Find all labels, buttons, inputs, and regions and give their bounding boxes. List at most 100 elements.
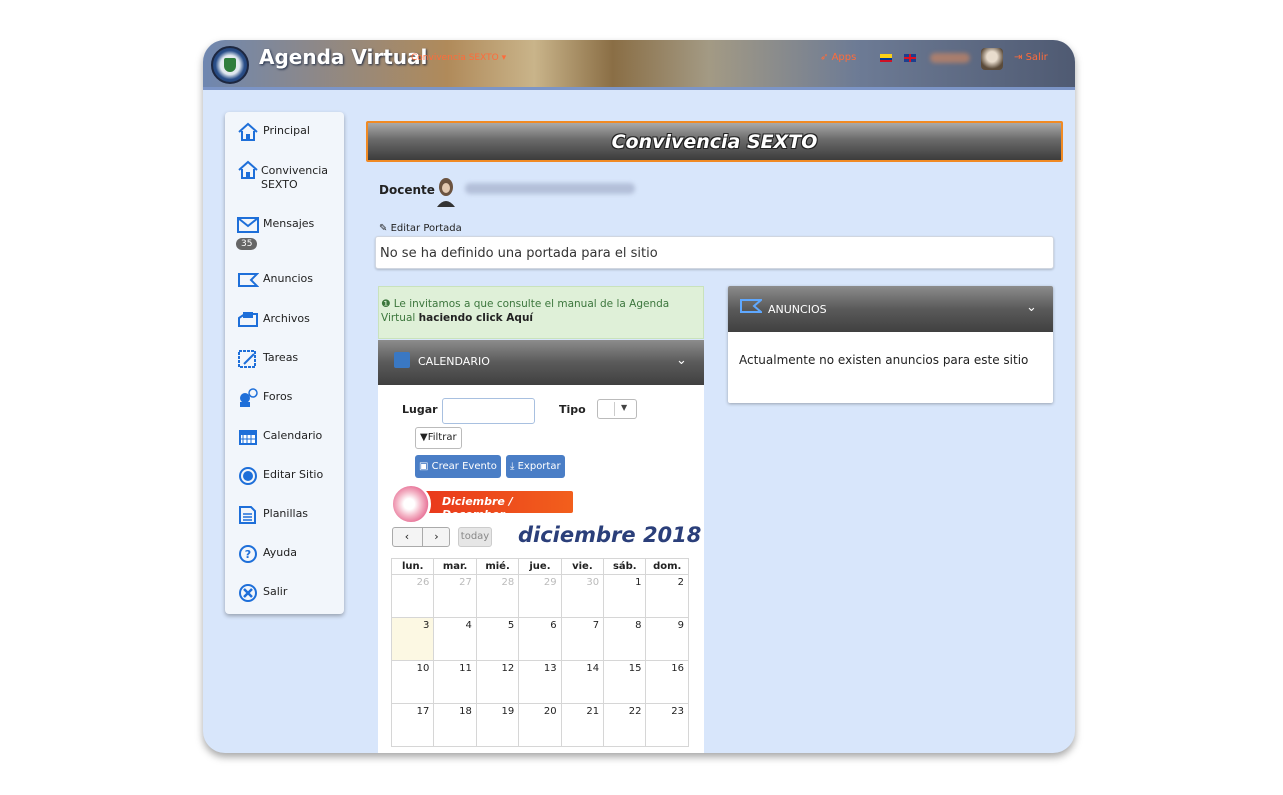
day-cell[interactable]: 22: [603, 703, 647, 747]
portada-text: No se ha definido una portada para el si…: [380, 246, 658, 261]
home-icon: [238, 122, 258, 141]
lugar-input[interactable]: [442, 398, 535, 424]
sidebar-item-foros[interactable]: Foros: [225, 386, 344, 416]
radio-icon: [239, 467, 257, 485]
announcements-panel-header[interactable]: ANUNCIOS ⌄: [728, 286, 1053, 332]
chevron-down-icon[interactable]: ⌄: [676, 353, 687, 368]
spreadsheet-icon: [239, 506, 256, 524]
day-cell[interactable]: 14: [560, 660, 605, 704]
day-cell[interactable]: 19: [475, 703, 520, 747]
logout-icon: ⇥: [1014, 52, 1026, 63]
calendar-plus-icon: ▣: [419, 461, 432, 472]
sidebar-item-label: Tareas: [263, 351, 299, 364]
day-cell[interactable]: 2: [645, 574, 689, 618]
day-cell[interactable]: 13: [518, 660, 562, 704]
megaphone-icon: [740, 299, 762, 313]
tipo-label: Tipo: [559, 403, 586, 416]
sidebar-item-tareas[interactable]: Tareas: [225, 347, 344, 377]
day-cell[interactable]: 9: [645, 617, 689, 661]
sidebar-item-salir[interactable]: Salir: [225, 581, 344, 611]
sidebar-item-anuncios[interactable]: Anuncios: [225, 268, 344, 298]
sidebar-item-label: Planillas: [263, 507, 309, 520]
sidebar-item-mensajes[interactable]: Mensajes 35: [225, 213, 344, 257]
day-cell[interactable]: 12: [475, 660, 520, 704]
day-cell[interactable]: 29: [518, 574, 562, 618]
sidebar-item-label: Calendario: [263, 429, 323, 442]
manual-link[interactable]: haciendo click Aquí: [419, 312, 533, 324]
sidebar-item-principal[interactable]: Principal: [225, 120, 344, 150]
docente-label: Docente: [379, 183, 435, 197]
sidebar-item-planillas[interactable]: Planillas: [225, 503, 344, 533]
announcements-panel-title: ANUNCIOS: [768, 303, 827, 316]
apps-link[interactable]: ➶ Apps: [820, 52, 856, 63]
sidebar-item-label: Mensajes: [263, 217, 315, 230]
day-cell[interactable]: 23: [645, 703, 689, 747]
calendar-week-row: 3 4 5 6 7 8 9: [390, 617, 689, 661]
day-cell[interactable]: 15: [603, 660, 647, 704]
sidebar-item-ayuda[interactable]: ? Ayuda: [225, 542, 344, 572]
tipo-select[interactable]: [597, 399, 637, 419]
rocket-icon: ➶: [820, 52, 832, 63]
weekday-header: mar.: [433, 558, 477, 575]
month-banner: Diciembre / December: [408, 491, 573, 521]
day-cell[interactable]: 27: [433, 574, 477, 618]
calendar-month-title: diciembre 2018: [518, 523, 702, 547]
day-cell[interactable]: 30: [560, 574, 605, 618]
day-cell[interactable]: 18: [433, 703, 477, 747]
flag-uk-icon[interactable]: [904, 54, 916, 62]
chevron-left-icon[interactable]: ‹: [393, 528, 421, 546]
apps-label: Apps: [831, 52, 857, 63]
school-logo: [211, 46, 249, 84]
chevron-right-icon[interactable]: ›: [422, 528, 450, 546]
docente-name: [465, 183, 635, 194]
sidebar-item-label: Anuncios: [263, 272, 314, 285]
weekday-header: sáb.: [603, 558, 647, 575]
export-label: Exportar: [517, 461, 561, 472]
announcements-panel: ANUNCIOS ⌄ Actualmente no existen anunci…: [728, 286, 1053, 403]
day-cell[interactable]: 1: [603, 574, 647, 618]
calendar-panel-header[interactable]: CALENDARIO ⌄: [378, 340, 704, 385]
edit-portada-link[interactable]: ✎ Editar Portada: [379, 223, 462, 234]
user-avatar[interactable]: [981, 48, 1003, 70]
day-cell[interactable]: 26: [390, 574, 435, 618]
download-icon: ⤓: [510, 461, 518, 472]
sidebar-item-convivencia[interactable]: Convivencia SEXTO: [225, 160, 344, 200]
sidebar-item-editar-sitio[interactable]: Editar Sitio: [225, 464, 344, 494]
sidebar-item-calendario[interactable]: Calendario: [225, 425, 344, 455]
user-name[interactable]: [930, 53, 970, 63]
today-button[interactable]: today: [458, 527, 492, 547]
day-cell[interactable]: 17: [390, 703, 435, 747]
logout-link[interactable]: ⇥ Salir: [1014, 52, 1048, 63]
month-badge-image: [391, 484, 431, 524]
day-cell[interactable]: 20: [518, 703, 562, 747]
day-cell[interactable]: 28: [475, 574, 520, 618]
day-cell[interactable]: 4: [433, 617, 477, 661]
day-cell[interactable]: 11: [433, 660, 477, 704]
day-cell[interactable]: 16: [645, 660, 689, 704]
flag-colombia-icon[interactable]: [880, 54, 892, 62]
day-cell[interactable]: 10: [390, 660, 435, 704]
sidebar-item-archivos[interactable]: Archivos: [225, 308, 344, 338]
day-cell[interactable]: 6: [518, 617, 562, 661]
sidebar-item-label: Salir: [263, 585, 288, 598]
chevron-down-icon[interactable]: ⌄: [1026, 300, 1037, 315]
weekday-header-row: lun. mar. mié. jue. vie. sáb. dom.: [390, 558, 689, 575]
svg-text:?: ?: [245, 548, 251, 561]
day-cell[interactable]: 8: [603, 617, 647, 661]
manual-info-alert: ❶ Le invitamos a que consulte el manual …: [378, 286, 704, 339]
calendar-icon: [394, 352, 410, 368]
sidebar-item-label: Ayuda: [263, 546, 297, 559]
day-cell[interactable]: 7: [560, 617, 605, 661]
day-cell[interactable]: 21: [560, 703, 605, 747]
site-menu-dropdown[interactable]: Convivencia SEXTO ▾: [411, 53, 506, 63]
folder-icon: [238, 312, 258, 327]
sidebar-item-label: Principal: [263, 124, 310, 137]
create-event-button[interactable]: ▣ Crear Evento: [415, 455, 501, 478]
envelope-icon: [237, 217, 259, 233]
day-cell-today[interactable]: 3: [390, 617, 435, 661]
sidebar: Principal Convivencia SEXTO Mensajes 35 …: [225, 112, 344, 614]
export-button[interactable]: ⤓ Exportar: [506, 455, 565, 478]
megaphone-icon: [238, 273, 259, 287]
day-cell[interactable]: 5: [475, 617, 520, 661]
filter-button[interactable]: ▼Filtrar: [415, 427, 462, 449]
